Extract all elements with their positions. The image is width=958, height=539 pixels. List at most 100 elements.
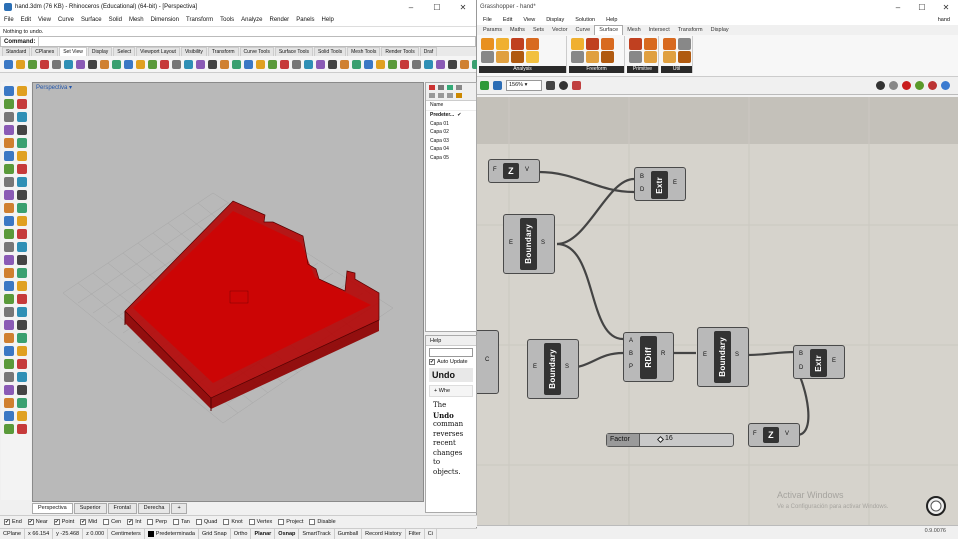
- gh-component-icon[interactable]: [601, 38, 614, 50]
- left-tool-icon[interactable]: [17, 229, 27, 239]
- osnap-checkbox[interactable]: ✔: [127, 518, 134, 525]
- gh-component-icon[interactable]: [481, 38, 494, 50]
- left-tool-icon[interactable]: [4, 177, 14, 187]
- toolbar-tool-icon[interactable]: [376, 59, 385, 69]
- add-view-tab-button[interactable]: +: [171, 503, 187, 514]
- toolbar-tool-icon[interactable]: [232, 59, 241, 69]
- menu-transform[interactable]: Transform: [186, 17, 213, 23]
- menu-edit[interactable]: Edit: [21, 17, 31, 23]
- left-tool-icon[interactable]: [4, 398, 14, 408]
- menu-panels[interactable]: Panels: [296, 17, 314, 23]
- disable-preview-icon[interactable]: [889, 81, 898, 90]
- gh-tab-curve[interactable]: Curve: [572, 26, 595, 35]
- toolbar-tool-icon[interactable]: [340, 59, 349, 69]
- gh-menu-solution[interactable]: Solution: [575, 17, 595, 23]
- layer-row-capa-04[interactable]: Capa 04: [426, 145, 476, 154]
- layer-row-capa-03[interactable]: Capa 03: [426, 137, 476, 146]
- toolbar-tool-icon[interactable]: [64, 59, 73, 69]
- toolbar-tool-icon[interactable]: [112, 59, 121, 69]
- view-tab-derecha[interactable]: Derecha: [137, 503, 171, 514]
- osnap-checkbox[interactable]: [172, 518, 179, 525]
- left-tool-icon[interactable]: [4, 307, 14, 317]
- gh-component-icon[interactable]: [586, 38, 599, 50]
- left-tool-icon[interactable]: [4, 320, 14, 330]
- osnap-checkbox[interactable]: [147, 518, 154, 525]
- gh-component-icon[interactable]: [678, 51, 691, 63]
- layer-row-capa-01[interactable]: Capa 01: [426, 120, 476, 129]
- layer-row-predeter[interactable]: Predeter... ✔: [426, 111, 476, 120]
- toolbar-tool-icon[interactable]: [256, 59, 265, 69]
- toolbar-tool-icon[interactable]: [220, 59, 229, 69]
- osnap-checkbox[interactable]: [103, 518, 110, 525]
- navigation-compass-icon[interactable]: [925, 495, 947, 517]
- toolbar-tool-icon[interactable]: [136, 59, 145, 69]
- osnap-disable[interactable]: Disable: [309, 518, 336, 525]
- view-tab-frontal[interactable]: Frontal: [107, 503, 137, 514]
- toolbar-tool-icon[interactable]: [160, 59, 169, 69]
- osnap-int[interactable]: ✔ Int: [127, 518, 141, 525]
- gh-component-icon[interactable]: [496, 38, 509, 50]
- toolbar-tool-icon[interactable]: [52, 59, 61, 69]
- toolbar-tab-draf[interactable]: Draf: [419, 47, 438, 56]
- toolbar-tool-icon[interactable]: [448, 59, 457, 69]
- toolbar-tab-set-view[interactable]: Set View: [59, 47, 87, 56]
- gh-menu-file[interactable]: File: [483, 17, 492, 23]
- osnap-cen[interactable]: Cen: [103, 518, 121, 525]
- toolbar-tool-icon[interactable]: [280, 59, 289, 69]
- left-tool-icon[interactable]: [17, 268, 27, 278]
- layer-row-capa-05[interactable]: Capa 05: [426, 154, 476, 163]
- menu-tools[interactable]: Tools: [220, 17, 234, 23]
- left-tool-icon[interactable]: [17, 294, 27, 304]
- osnap-checkbox[interactable]: ✔: [80, 518, 87, 525]
- menu-curve[interactable]: Curve: [58, 17, 74, 23]
- gh-component-icon[interactable]: [663, 38, 676, 50]
- left-tool-icon[interactable]: [4, 138, 14, 148]
- left-tool-icon[interactable]: [17, 307, 27, 317]
- left-tool-icon[interactable]: [4, 99, 14, 109]
- toolbar-tool-icon[interactable]: [76, 59, 85, 69]
- toolbar-tool-icon[interactable]: [124, 59, 133, 69]
- left-tool-icon[interactable]: [4, 372, 14, 382]
- left-tool-icon[interactable]: [17, 99, 27, 109]
- toolbar-tool-icon[interactable]: [16, 59, 25, 69]
- toolbar-tool-icon[interactable]: [388, 59, 397, 69]
- toolbar-tool-icon[interactable]: [244, 59, 253, 69]
- region-difference-component[interactable]: RDiff A B P R: [623, 332, 674, 382]
- left-tool-icon[interactable]: [17, 242, 27, 252]
- perspective-viewport[interactable]: Perspectiva ▾: [32, 82, 424, 502]
- left-tool-icon[interactable]: [4, 411, 14, 421]
- left-tool-icon[interactable]: [4, 385, 14, 395]
- left-tool-icon[interactable]: [17, 411, 27, 421]
- toolbar-tab-render-tools[interactable]: Render Tools: [381, 47, 419, 56]
- osnap-checkbox[interactable]: ✔: [53, 518, 60, 525]
- status-toggle-ortho[interactable]: Ortho: [231, 529, 252, 539]
- toolbar-tab-surface-tools[interactable]: Surface Tools: [274, 47, 314, 56]
- toolbar-tool-icon[interactable]: [328, 59, 337, 69]
- gh-tab-surface[interactable]: Surface: [594, 25, 624, 35]
- close-icon[interactable]: ✕: [450, 3, 476, 12]
- gh-component-icon[interactable]: [678, 38, 691, 50]
- gh-tab-intersect[interactable]: Intersect: [645, 26, 674, 35]
- left-tool-icon[interactable]: [17, 255, 27, 265]
- factor-number-slider[interactable]: Factor 16: [606, 433, 734, 447]
- gh-group-label[interactable]: Freeform: [569, 66, 624, 73]
- menu-view[interactable]: View: [38, 17, 51, 23]
- gh-close-icon[interactable]: ✕: [934, 3, 958, 12]
- left-tool-icon[interactable]: [17, 164, 27, 174]
- toolbar-tool-icon[interactable]: [352, 59, 361, 69]
- slider-grip[interactable]: [656, 435, 665, 444]
- left-tool-icon[interactable]: [4, 294, 14, 304]
- status-toggle-grid-snap[interactable]: Grid Snap: [199, 529, 231, 539]
- gh-group-label[interactable]: Util: [661, 66, 692, 73]
- status-toggle-gumball[interactable]: Gumball: [335, 529, 363, 539]
- boundary-surface-component-3[interactable]: Boundary E S: [697, 327, 749, 387]
- toolbar-tool-icon[interactable]: [28, 59, 37, 69]
- osnap-end[interactable]: ✔ End: [4, 518, 22, 525]
- toolbar-tool-icon[interactable]: [208, 59, 217, 69]
- osnap-point[interactable]: ✔ Point: [53, 518, 74, 525]
- gh-menu-help[interactable]: Help: [606, 17, 617, 23]
- status-current-layer[interactable]: Predeterminada: [145, 529, 199, 539]
- left-tool-icon[interactable]: [4, 359, 14, 369]
- vector-z-component-2[interactable]: Z F V: [748, 423, 800, 447]
- osnap-checkbox[interactable]: [223, 518, 230, 525]
